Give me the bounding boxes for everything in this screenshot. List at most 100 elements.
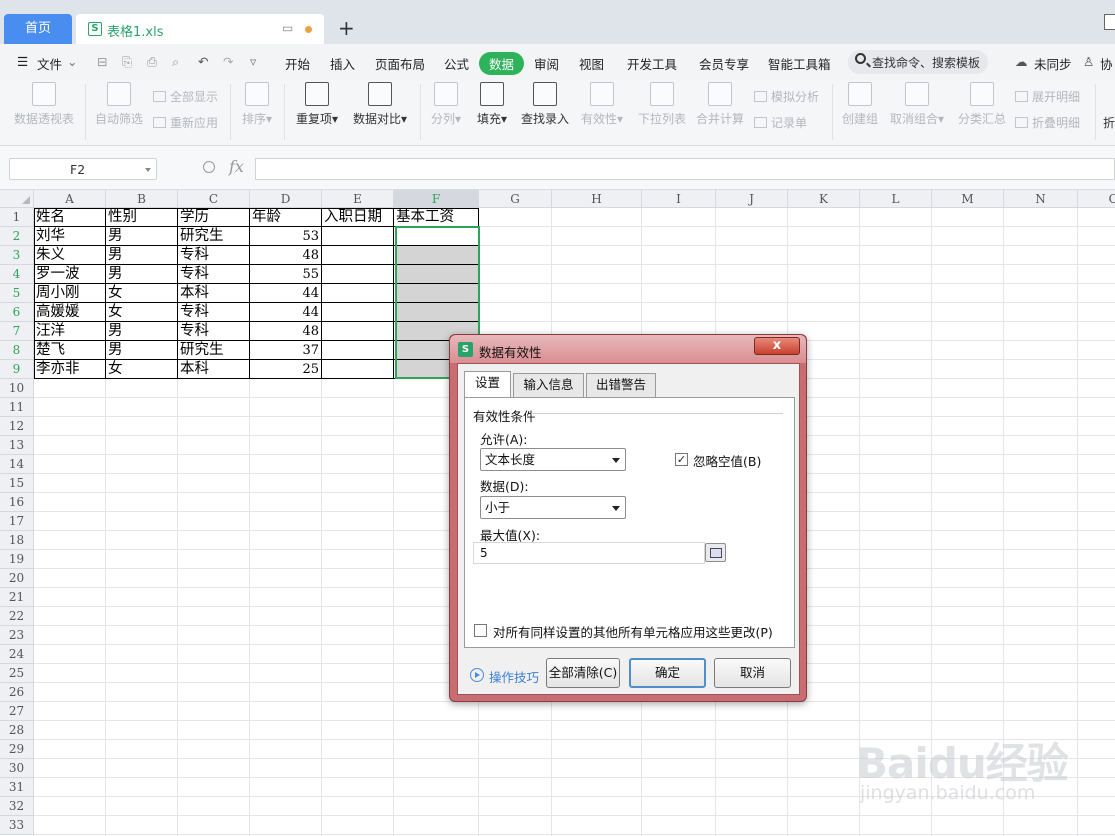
menu-file[interactable]: 文件 xyxy=(37,54,62,73)
row-header-2[interactable]: 2 xyxy=(0,227,34,246)
menu-view[interactable]: 视图 xyxy=(579,54,604,73)
row-header-12[interactable]: 12 xyxy=(0,417,34,436)
row-header-19[interactable]: 19 xyxy=(0,550,34,569)
row-header-33[interactable]: 33 xyxy=(0,816,34,835)
preview-icon[interactable]: ⌕ xyxy=(172,54,179,70)
sort-button[interactable]: 排序▾ xyxy=(237,82,277,127)
row-header-31[interactable]: 31 xyxy=(0,778,34,797)
row-header-15[interactable]: 15 xyxy=(0,474,34,493)
export-icon[interactable]: ⎘ xyxy=(122,54,132,70)
column-header-E[interactable]: E xyxy=(322,190,394,208)
menu-data[interactable]: 数据 xyxy=(479,52,525,75)
header-cell[interactable]: 性别 xyxy=(106,208,178,227)
save-icon[interactable]: ⊟ xyxy=(97,54,107,69)
row-header-20[interactable]: 20 xyxy=(0,569,34,588)
table-cell[interactable]: 女 xyxy=(106,284,178,303)
column-header-H[interactable]: H xyxy=(552,190,642,208)
print-icon[interactable]: ⎙ xyxy=(147,54,157,70)
name-box[interactable]: F2 xyxy=(9,158,157,180)
apply-all-checkbox[interactable] xyxy=(474,624,487,637)
collab-button[interactable]: 协 xyxy=(1100,54,1113,73)
data-operator-select[interactable]: 小于 xyxy=(480,496,626,519)
column-header-N[interactable]: N xyxy=(1004,190,1078,208)
menu-formula[interactable]: 公式 xyxy=(444,54,469,73)
row-header-24[interactable]: 24 xyxy=(0,645,34,664)
reapply-button[interactable]: 重新应用 xyxy=(153,114,218,131)
tab-workbook[interactable]: S 表格1.xls ▭ xyxy=(76,14,324,44)
table-cell[interactable]: 专科 xyxy=(178,246,250,265)
ok-button[interactable]: 确定 xyxy=(629,658,706,688)
column-header-I[interactable]: I xyxy=(642,190,716,208)
table-cell[interactable]: 男 xyxy=(106,322,178,341)
column-header-A[interactable]: A xyxy=(34,190,106,208)
subtotal-button[interactable]: 分类汇总 xyxy=(957,82,1007,127)
table-cell[interactable]: 男 xyxy=(106,227,178,246)
tab-input-message[interactable]: 输入信息 xyxy=(513,373,584,397)
table-cell[interactable]: 女 xyxy=(106,303,178,322)
table-cell[interactable]: 男 xyxy=(106,246,178,265)
max-value-input[interactable]: 5 xyxy=(473,542,705,564)
row-header-14[interactable]: 14 xyxy=(0,455,34,474)
menu-insert[interactable]: 插入 xyxy=(330,54,355,73)
table-cell[interactable]: 男 xyxy=(106,341,178,360)
column-header-F[interactable]: F xyxy=(394,190,479,208)
table-cell[interactable]: 44 xyxy=(250,303,322,322)
menu-member[interactable]: 会员专享 xyxy=(699,54,749,73)
ungroup-button[interactable]: 取消组合▾ xyxy=(888,82,946,127)
column-header-D[interactable]: D xyxy=(250,190,322,208)
menu-page-layout[interactable]: 页面布局 xyxy=(375,54,425,73)
menu-start[interactable]: 开始 xyxy=(285,54,310,73)
menu-review[interactable]: 审阅 xyxy=(534,54,559,73)
row-header-13[interactable]: 13 xyxy=(0,436,34,455)
header-cell[interactable]: 姓名 xyxy=(34,208,106,227)
duplicates-button[interactable]: 重复项▾ xyxy=(292,82,342,127)
row-header-7[interactable]: 7 xyxy=(0,322,34,341)
cancel-button[interactable]: 取消 xyxy=(714,658,791,688)
column-header-B[interactable]: B xyxy=(106,190,178,208)
table-cell[interactable]: 朱义 xyxy=(34,246,106,265)
row-header-8[interactable]: 8 xyxy=(0,341,34,360)
chevron-down-icon[interactable]: ⌄ xyxy=(67,54,77,69)
new-tab-button[interactable]: + xyxy=(338,16,355,40)
find-entry-button[interactable]: 查找录入 xyxy=(519,82,571,127)
ignore-blank-checkbox[interactable]: ✓ xyxy=(675,453,688,466)
table-cell[interactable]: 研究生 xyxy=(178,341,250,360)
table-cell[interactable]: 专科 xyxy=(178,303,250,322)
row-header-5[interactable]: 5 xyxy=(0,284,34,303)
data-compare-button[interactable]: 数据对比▾ xyxy=(350,82,410,127)
row-header-16[interactable]: 16 xyxy=(0,493,34,512)
formula-input[interactable] xyxy=(255,158,1115,180)
tab-settings[interactable]: 设置 xyxy=(464,371,511,398)
column-header-J[interactable]: J xyxy=(716,190,788,208)
whatif-button[interactable]: 模拟分析 xyxy=(754,88,819,105)
table-cell[interactable]: 男 xyxy=(106,265,178,284)
collapse-detail-button[interactable]: 折叠明细 xyxy=(1015,114,1080,131)
table-cell[interactable]: 本科 xyxy=(178,360,250,379)
header-cell[interactable]: 学历 xyxy=(178,208,250,227)
table-cell[interactable]: 本科 xyxy=(178,284,250,303)
row-header-26[interactable]: 26 xyxy=(0,683,34,702)
range-picker-icon[interactable] xyxy=(705,543,726,562)
row-header-29[interactable]: 29 xyxy=(0,740,34,759)
table-cell[interactable]: 专科 xyxy=(178,322,250,341)
row-header-18[interactable]: 18 xyxy=(0,531,34,550)
row-header-27[interactable]: 27 xyxy=(0,702,34,721)
fx-icon[interactable]: fx xyxy=(229,157,244,176)
menu-developer[interactable]: 开发工具 xyxy=(627,54,677,73)
redo-icon[interactable]: ↷ xyxy=(223,54,233,69)
command-search[interactable]: 查找命令、搜索模板 xyxy=(848,50,988,74)
row-header-3[interactable]: 3 xyxy=(0,246,34,265)
table-cell[interactable]: 高媛媛 xyxy=(34,303,106,322)
select-all-corner[interactable] xyxy=(0,190,34,208)
fill-button[interactable]: 填充▾ xyxy=(474,82,510,127)
table-cell[interactable]: 25 xyxy=(250,360,322,379)
row-header-17[interactable]: 17 xyxy=(0,512,34,531)
show-all-button[interactable]: 全部显示 xyxy=(153,88,218,105)
tab-error-alert[interactable]: 出错警告 xyxy=(586,373,656,397)
row-header-22[interactable]: 22 xyxy=(0,607,34,626)
table-cell[interactable]: 汪洋 xyxy=(34,322,106,341)
record-form-button[interactable]: 记录单 xyxy=(754,114,807,131)
table-cell[interactable]: 楚飞 xyxy=(34,341,106,360)
table-cell[interactable]: 53 xyxy=(250,227,322,246)
tab-home[interactable]: 首页 xyxy=(4,14,72,44)
